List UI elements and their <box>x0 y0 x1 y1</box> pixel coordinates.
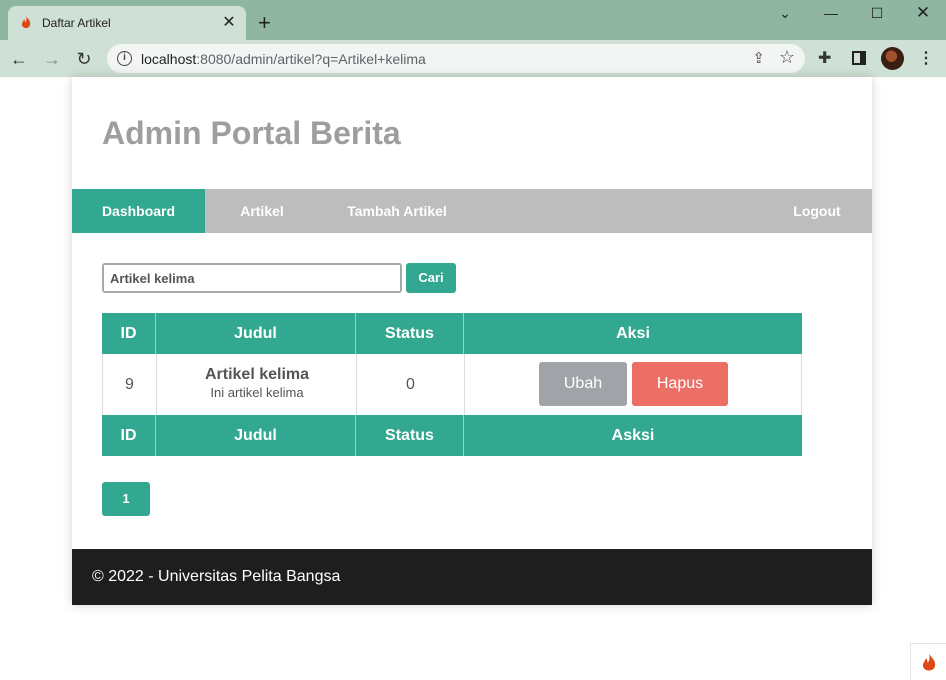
site-footer: © 2022 - Universitas Pelita Bangsa <box>72 549 872 605</box>
footer-judul: Judul <box>156 415 356 456</box>
tab-title: Daftar Artikel <box>42 16 111 30</box>
tab-search-icon[interactable]: ⌄ <box>762 2 808 24</box>
maximize-button[interactable]: ☐ <box>854 2 900 24</box>
codeigniter-favicon-icon <box>21 16 31 28</box>
share-icon[interactable]: ⇪ <box>752 49 765 67</box>
browser-tab-strip: Daftar Artikel ✕ + ⌄ — ☐ ✕ <box>0 0 946 40</box>
delete-button[interactable]: Hapus <box>632 362 728 406</box>
nav-tambah-artikel[interactable]: Tambah Artikel <box>337 189 457 233</box>
edit-button[interactable]: Ubah <box>539 362 627 406</box>
new-tab-button[interactable]: + <box>258 12 271 34</box>
page-viewport: Admin Portal Berita Dashboard Artikel Ta… <box>0 77 946 680</box>
footer-aksi: Asksi <box>611 427 655 444</box>
page-container: Admin Portal Berita Dashboard Artikel Ta… <box>72 77 872 605</box>
minimize-button[interactable]: — <box>808 2 854 24</box>
header-judul: Judul <box>156 313 356 354</box>
debug-toolbar-toggle[interactable] <box>910 643 946 680</box>
tab-close-icon[interactable]: ✕ <box>220 14 238 32</box>
codeigniter-flame-icon <box>922 654 936 671</box>
table-header-row: ID Judul Status Aksi <box>102 313 802 354</box>
profile-avatar[interactable] <box>881 47 904 70</box>
footer-copyright: © 2022 - Universitas Pelita Bangsa <box>92 568 341 585</box>
main-navbar: Dashboard Artikel Tambah Artikel Logout <box>72 189 872 233</box>
cell-id: 9 <box>103 354 157 415</box>
nav-artikel[interactable]: Artikel <box>222 189 302 233</box>
article-excerpt: Ini artikel kelima <box>210 385 304 400</box>
browser-tab[interactable]: Daftar Artikel ✕ <box>8 6 246 40</box>
address-bar[interactable]: i localhost:8080/admin/artikel?q=Artikel… <box>107 44 805 73</box>
back-arrow-icon[interactable]: ← <box>6 46 32 72</box>
bookmark-star-icon[interactable]: ☆ <box>779 47 795 68</box>
nav-dashboard[interactable]: Dashboard <box>72 189 205 233</box>
url-path: :8080/admin/artikel?q=Artikel+kelima <box>196 51 426 67</box>
browser-menu-icon[interactable]: ⋮ <box>918 48 934 68</box>
browser-toolbar: ← → ↻ i localhost:8080/admin/artikel?q=A… <box>0 40 946 77</box>
cell-judul: Artikel kelima Ini artikel kelima <box>157 354 357 415</box>
table-footer-row: ID Judul Status Asksi <box>102 415 802 456</box>
url-host: localhost <box>141 51 197 67</box>
site-title: Admin Portal Berita <box>102 115 401 151</box>
header-status: Status <box>356 313 464 354</box>
close-window-button[interactable]: ✕ <box>900 2 946 24</box>
header-aksi: Aksi <box>616 325 650 342</box>
url-text[interactable]: localhost:8080/admin/artikel?q=Artikel+k… <box>141 51 426 67</box>
site-info-icon[interactable]: i <box>117 51 132 66</box>
footer-status: Status <box>356 415 464 456</box>
cell-status: 0 <box>357 354 465 415</box>
header-id: ID <box>102 313 156 354</box>
pagination-page-1[interactable]: 1 <box>102 482 150 516</box>
forward-arrow-icon[interactable]: → <box>39 46 65 72</box>
search-button[interactable]: Cari <box>406 263 456 293</box>
side-panel-icon[interactable] <box>852 51 866 65</box>
table-row: 9 Artikel kelima Ini artikel kelima 0 Ub… <box>102 354 802 415</box>
article-title: Artikel kelima <box>204 366 310 383</box>
nav-logout[interactable]: Logout <box>792 189 842 233</box>
search-input[interactable] <box>102 263 402 293</box>
cell-aksi: Ubah Hapus <box>465 354 803 415</box>
extensions-puzzle-icon[interactable]: ✚ <box>818 48 831 68</box>
reload-icon[interactable]: ↻ <box>71 46 97 72</box>
footer-id: ID <box>102 415 156 456</box>
